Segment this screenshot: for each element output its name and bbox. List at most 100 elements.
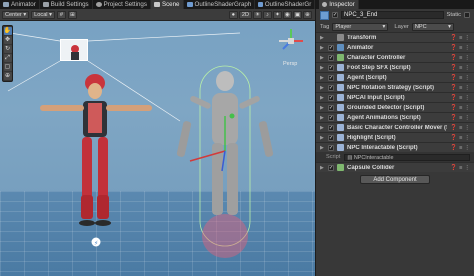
add-component-button[interactable]: Add Component (360, 175, 430, 184)
component-enable-checkbox[interactable]: ✓ (328, 164, 334, 171)
component-enable-checkbox[interactable]: ✓ (328, 144, 334, 151)
component-row[interactable]: ▶ ✓ NPC Interactable (Script) ❓ ≡ ⋮ (316, 142, 474, 152)
component-enable-checkbox[interactable]: ✓ (328, 44, 334, 51)
component-row[interactable]: ▶ ✓ Foot Step SFX (Script) ❓ ≡ ⋮ (316, 62, 474, 72)
help-icon[interactable]: ❓ (450, 105, 457, 111)
foldout-arrow-icon[interactable]: ▶ (320, 85, 325, 91)
component-row[interactable]: ▶ ✓ NPCAI Input (Script) ❓ ≡ ⋮ (316, 92, 474, 102)
more-icon[interactable]: ⋮ (464, 105, 470, 111)
foldout-arrow-icon[interactable]: ▶ (320, 95, 325, 101)
tag-dropdown[interactable]: Player ▾ (332, 22, 389, 31)
more-icon[interactable]: ⋮ (464, 35, 470, 41)
tab-inspector[interactable]: Inspector (319, 0, 359, 9)
camera-settings-button[interactable]: ▣ (293, 10, 302, 19)
help-icon[interactable]: ❓ (450, 75, 457, 81)
preset-icon[interactable]: ≡ (459, 95, 462, 101)
preset-icon[interactable]: ≡ (459, 135, 462, 141)
foldout-arrow-icon[interactable]: ▶ (320, 165, 325, 171)
more-icon[interactable]: ⋮ (464, 75, 470, 81)
foldout-arrow-icon[interactable]: ▶ (320, 75, 325, 81)
rotate-tool-button[interactable]: ↻ (3, 45, 12, 53)
component-row[interactable]: ▶ ✓ NPC Rotation Strategy (Script) ❓ ≡ ⋮ (316, 82, 474, 92)
preset-icon[interactable]: ≡ (459, 85, 462, 91)
component-row[interactable]: ▶ ✓ Grounded Detector (Script) ❓ ≡ ⋮ (316, 102, 474, 112)
component-capsule-collider[interactable]: ▶ ✓ Capsule Collider ❓ ≡ ⋮ (316, 162, 474, 172)
help-icon[interactable]: ❓ (450, 145, 457, 151)
component-enable-checkbox[interactable]: ✓ (328, 94, 334, 101)
preset-icon[interactable]: ≡ (459, 45, 462, 51)
more-icon[interactable]: ⋮ (464, 145, 470, 151)
component-enable-checkbox[interactable]: ✓ (328, 104, 334, 111)
snap-increment-button[interactable]: ⊞ (67, 10, 77, 19)
more-icon[interactable]: ⋮ (464, 165, 470, 171)
component-row[interactable]: ▶ ✓ Highlight (Script) ❓ ≡ ⋮ (316, 132, 474, 142)
help-icon[interactable]: ❓ (450, 65, 457, 71)
help-icon[interactable]: ❓ (450, 95, 457, 101)
foldout-arrow-icon[interactable]: ▶ (320, 135, 325, 141)
space-dropdown[interactable]: Local ▾ (31, 10, 55, 19)
draw-mode-button[interactable]: ● (228, 10, 238, 19)
preset-icon[interactable]: ≡ (459, 115, 462, 121)
component-enable-checkbox[interactable]: ✓ (328, 134, 334, 141)
more-icon[interactable]: ⋮ (464, 115, 470, 121)
effects-toggle[interactable]: ✦ (273, 10, 282, 19)
help-icon[interactable]: ❓ (450, 125, 457, 131)
preset-icon[interactable]: ≡ (459, 105, 462, 111)
tab-project-settings[interactable]: Project Settings (93, 0, 151, 9)
foldout-arrow-icon[interactable]: ▶ (320, 45, 325, 51)
view-mode-label[interactable]: Persp (283, 61, 297, 67)
component-row[interactable]: ▶ Transform ❓ ≡ ⋮ (316, 32, 474, 42)
more-icon[interactable]: ⋮ (464, 95, 470, 101)
move-tool-button[interactable]: ✥ (3, 36, 12, 44)
foldout-arrow-icon[interactable]: ▶ (320, 145, 325, 151)
object-name-field[interactable]: NPC_3_End (341, 11, 444, 19)
foldout-arrow-icon[interactable]: ▶ (320, 115, 325, 121)
static-checkbox[interactable] (464, 12, 470, 18)
component-enable-checkbox[interactable]: ✓ (328, 64, 334, 71)
tab-animator[interactable]: Animator (0, 0, 40, 9)
foldout-arrow-icon[interactable]: ▶ (320, 105, 325, 111)
help-icon[interactable]: ❓ (450, 55, 457, 61)
preset-icon[interactable]: ≡ (459, 145, 462, 151)
gizmos-button[interactable]: ⊕ (303, 10, 312, 19)
foldout-arrow-icon[interactable]: ▶ (320, 125, 325, 131)
tab-outline-shader-graph[interactable]: OutlineShaderGraph (184, 0, 256, 9)
lighting-toggle[interactable]: ☀ (253, 10, 262, 19)
more-icon[interactable]: ⋮ (464, 65, 470, 71)
component-row[interactable]: ▶ ✓ Animator ❓ ≡ ⋮ (316, 42, 474, 52)
foldout-arrow-icon[interactable]: ▶ (320, 35, 325, 41)
mode-2d-button[interactable]: 2D (238, 10, 252, 19)
component-row[interactable]: ▶✓ Basic Character Controller Mover (Scri… (316, 122, 474, 132)
scene-view[interactable]: ⚡ ✋ ✥ ↻ ⤢ ▢ ⊕ Persp (0, 21, 315, 276)
component-enable-checkbox[interactable]: ✓ (328, 54, 334, 61)
component-row[interactable]: ▶ ✓ Character Controller ❓ ≡ ⋮ (316, 52, 474, 62)
foldout-arrow-icon[interactable]: ▶ (320, 65, 325, 71)
more-icon[interactable]: ⋮ (464, 45, 470, 51)
component-enable-checkbox[interactable]: ✓ (328, 114, 334, 121)
preset-icon[interactable]: ≡ (459, 65, 462, 71)
active-checkbox[interactable]: ✓ (332, 12, 338, 18)
foldout-arrow-icon[interactable]: ▶ (320, 55, 325, 61)
orientation-gizmo[interactable] (276, 26, 306, 56)
more-icon[interactable]: ⋮ (464, 55, 470, 61)
help-icon[interactable]: ❓ (450, 165, 457, 171)
scale-tool-button[interactable]: ⤢ (3, 54, 12, 62)
pivot-dropdown[interactable]: Center ▾ (2, 10, 30, 19)
grid-snap-button[interactable]: # (56, 10, 66, 19)
preset-icon[interactable]: ≡ (459, 75, 462, 81)
help-icon[interactable]: ❓ (450, 115, 457, 121)
more-icon[interactable]: ⋮ (464, 85, 470, 91)
tab-outline-shader-graph-2[interactable]: OutlineShaderGr (255, 0, 316, 9)
more-icon[interactable]: ⋮ (464, 135, 470, 141)
script-object-field[interactable]: ▤ NPCInteractable (344, 153, 470, 161)
component-enable-checkbox[interactable]: ✓ (328, 124, 334, 131)
hand-tool-button[interactable]: ✋ (3, 27, 12, 35)
help-icon[interactable]: ❓ (450, 45, 457, 51)
transform-tool-button[interactable]: ⊕ (3, 72, 12, 80)
help-icon[interactable]: ❓ (450, 135, 457, 141)
component-row[interactable]: ▶ ✓ Agent (Script) ❓ ≡ ⋮ (316, 72, 474, 82)
help-icon[interactable]: ❓ (450, 85, 457, 91)
preset-icon[interactable]: ≡ (459, 55, 462, 61)
tab-build-settings[interactable]: Build Settings (40, 0, 93, 9)
audio-toggle[interactable]: ♪ (263, 10, 272, 19)
